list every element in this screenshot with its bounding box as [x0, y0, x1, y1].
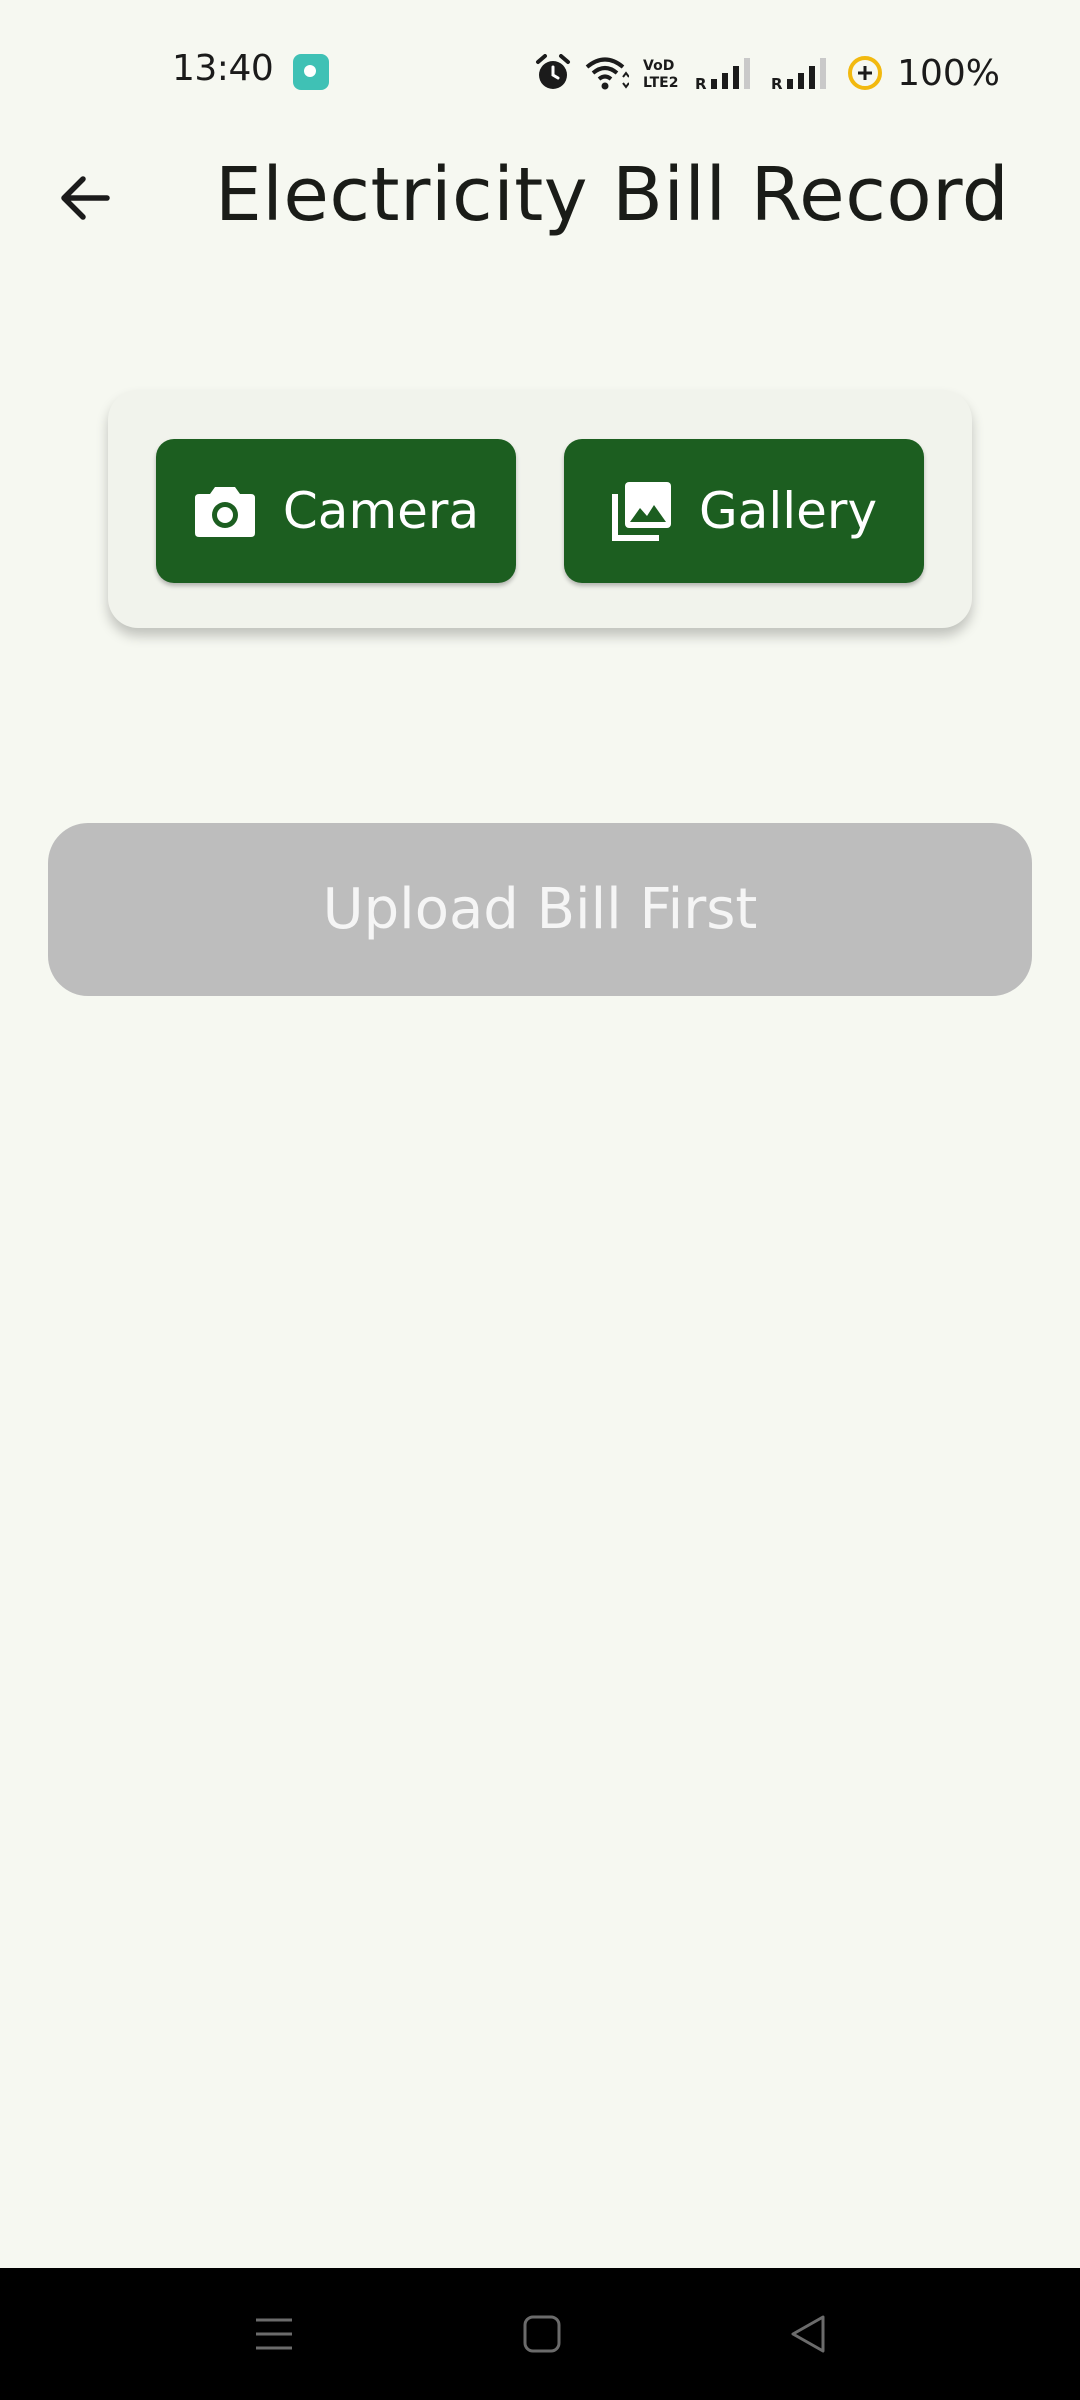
photo-library-icon: [611, 480, 673, 542]
svg-text:R: R: [771, 75, 783, 91]
gallery-label: Gallery: [698, 482, 878, 540]
page-title: Electricity Bill Record: [215, 152, 1010, 238]
nav-menu-button[interactable]: [244, 2304, 304, 2364]
battery-percent: 100%: [897, 52, 1000, 94]
menu-icon: [256, 2318, 292, 2350]
status-time: 13:40: [172, 48, 274, 89]
upload-bill-button[interactable]: Upload Bill First: [48, 823, 1032, 996]
nav-back-button[interactable]: [778, 2304, 838, 2364]
status-icons: VoD LTE2 R R 100%: [535, 48, 1000, 98]
svg-text:R: R: [695, 75, 707, 91]
gallery-button[interactable]: Gallery: [564, 439, 924, 583]
arrow-left-icon: [61, 176, 110, 220]
volte-icon: VoD LTE2: [643, 58, 678, 91]
nav-home-button[interactable]: [512, 2304, 572, 2364]
camera-label: Camera: [282, 482, 480, 540]
image-source-card: Camera Gallery: [108, 390, 972, 628]
svg-text:VoD: VoD: [643, 58, 674, 74]
home-icon: [523, 2315, 561, 2353]
svg-text:LTE2: LTE2: [643, 75, 678, 91]
camera-icon: [193, 483, 257, 539]
alarm-icon: [536, 54, 571, 89]
battery-saver-icon: [848, 56, 883, 90]
signal-icon: R: [771, 58, 827, 91]
wifi-icon: [585, 57, 630, 90]
upload-bill-label: Upload Bill First: [322, 877, 758, 942]
back-icon: [791, 2315, 825, 2353]
back-button[interactable]: [50, 163, 120, 233]
status-bar: 13:40 VoD LTE2 R R 100%: [0, 0, 1080, 150]
camera-button[interactable]: Camera: [156, 439, 516, 583]
system-nav-bar: [0, 2268, 1080, 2400]
notification-app-icon: [293, 54, 329, 90]
signal-icon: R: [695, 58, 751, 91]
